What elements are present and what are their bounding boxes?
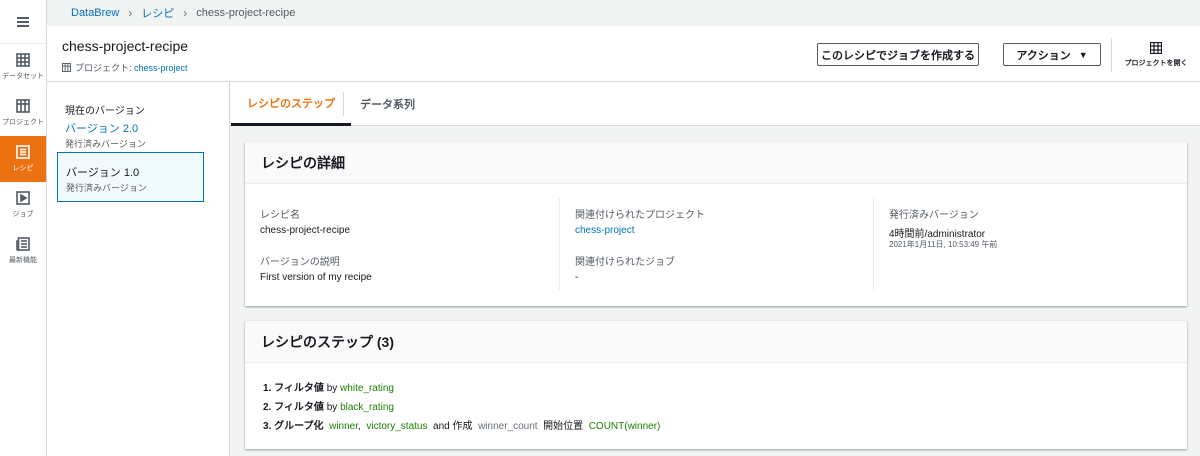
rail-item-datasets[interactable]: データセット — [0, 44, 46, 90]
project-link[interactable]: chess-project — [134, 63, 188, 73]
rail-label: レシピ — [12, 165, 34, 172]
project-line: プロジェクト: chess-project — [62, 61, 188, 74]
step-number: 2. — [263, 402, 272, 413]
step-create: 作成 — [452, 421, 473, 432]
breadcrumb-databrew[interactable]: DataBrew — [71, 7, 119, 19]
recipe-name-label: レシピ名 — [260, 210, 300, 221]
chevron-right-icon: › — [183, 6, 188, 20]
rail-item-whats-new[interactable]: 最新機能 — [0, 228, 46, 274]
tab-recipe-steps[interactable]: レシピのステップ — [231, 82, 351, 126]
step-action: フィルタ値 — [274, 402, 324, 413]
step-column: black_rating — [340, 402, 394, 413]
rail-item-jobs[interactable]: ジョブ — [0, 182, 46, 228]
rail-label: ジョブ — [12, 211, 34, 218]
step-column: winner — [329, 421, 358, 432]
assoc-job-label: 関連付けられたジョブ — [575, 257, 675, 268]
step-function: COUNT(winner) — [588, 421, 661, 432]
actions-button[interactable]: アクション ▼ — [1003, 43, 1101, 66]
menu-button[interactable] — [0, 0, 46, 44]
card-heading: レシピのステップ (3) — [245, 321, 1187, 363]
hamburger-icon — [17, 16, 29, 27]
step-number: 3. — [263, 421, 272, 432]
step-by: by — [326, 402, 338, 413]
details-column: レシピ名 chess-project-recipe バージョンの説明 First… — [245, 198, 557, 290]
version-desc-value: First version of my recipe — [260, 272, 372, 283]
recipe-step: 2. フィルタ値 by black_rating — [263, 398, 660, 417]
assoc-project-label: 関連付けられたプロジェクト — [575, 210, 705, 221]
recipe-step: 3. グループ化 winner, victory_status and 作成 w… — [263, 417, 660, 436]
recipe-details-card: レシピの詳細 レシピ名 chess-project-recipe バージョンの説… — [245, 142, 1187, 306]
recipe-steps-card: レシピのステップ (3) 1. フィルタ値 by white_rating 2.… — [245, 321, 1187, 449]
versions-panel: 現在のバージョン バージョン 2.0 発行済みバージョン バージョン 1.0 発… — [47, 82, 230, 456]
assoc-project-link[interactable]: chess-project — [575, 225, 634, 236]
step-column: victory_status — [366, 421, 428, 432]
recipe-step: 1. フィルタ値 by white_rating — [263, 379, 660, 398]
grid-icon — [16, 99, 30, 113]
chevron-right-icon: › — [128, 6, 133, 20]
page-title: chess-project-recipe — [62, 38, 189, 54]
version-title: バージョン 1.0 — [66, 167, 140, 179]
step-action: グループ化 — [274, 421, 324, 432]
assoc-job-value: - — [575, 272, 579, 283]
published-label: 発行済みバージョン — [889, 210, 979, 221]
nav-rail: データセット プロジェクト レシピ ジョブ 最新機能 — [0, 0, 47, 456]
rail-item-projects[interactable]: プロジェクト — [0, 90, 46, 136]
card-heading: レシピの詳細 — [245, 142, 1187, 184]
table-icon — [16, 53, 30, 67]
breadcrumb: DataBrew › レシピ › chess-project-recipe — [47, 0, 1200, 26]
rail-label: データセット — [2, 73, 44, 80]
tab-bar: レシピのステップ データ系列 — [230, 82, 1200, 126]
play-icon — [16, 191, 30, 205]
current-version-link[interactable]: バージョン 2.0 — [65, 120, 138, 136]
rail-item-recipes[interactable]: レシピ — [0, 136, 46, 182]
open-project-label: プロジェクトを開く — [1124, 60, 1188, 67]
step-position: 開始位置 — [543, 421, 584, 432]
caret-down-icon: ▼ — [1078, 49, 1088, 60]
current-version-label: 現在のバージョン — [65, 106, 145, 117]
current-version-status: 発行済みバージョン — [65, 139, 146, 149]
project-prefix: プロジェクト: — [75, 63, 132, 73]
step-list: 1. フィルタ値 by white_rating 2. フィルタ値 by bla… — [263, 379, 660, 436]
tab-data-lineage[interactable]: データ系列 — [343, 92, 431, 116]
version-status: 発行済みバージョン — [66, 183, 147, 193]
details-column: 発行済みバージョン 4時間前/administrator 2021年1月11日,… — [873, 198, 1185, 290]
version-desc-label: バージョンの説明 — [260, 257, 340, 268]
step-new-column: winner_count — [478, 421, 538, 432]
step-column: white_rating — [340, 383, 394, 394]
step-action: フィルタ値 — [274, 383, 324, 394]
published-timestamp: 2021年1月11日, 10:53:49 午前 — [889, 240, 998, 249]
details-column: 関連付けられたプロジェクト chess-project 関連付けられたジョブ - — [559, 198, 871, 290]
breadcrumb-current: chess-project-recipe — [196, 7, 296, 19]
breadcrumb-recipes[interactable]: レシピ — [141, 5, 174, 21]
rail-label: 最新機能 — [9, 257, 37, 264]
step-comma: , — [358, 421, 361, 432]
list-icon — [16, 145, 30, 159]
grid-icon — [1150, 42, 1162, 54]
grid-icon — [62, 63, 71, 72]
rail-label: プロジェクト — [2, 119, 44, 126]
news-icon — [16, 237, 30, 251]
step-number: 1. — [263, 383, 272, 394]
version-item-selected[interactable]: バージョン 1.0 発行済みバージョン — [57, 152, 204, 202]
step-by: by — [326, 383, 338, 394]
recipe-name-value: chess-project-recipe — [260, 225, 351, 236]
step-and: and — [433, 421, 450, 432]
published-value: 4時間前/administrator — [889, 229, 986, 240]
page-header: chess-project-recipe プロジェクト: chess-proje… — [47, 26, 1200, 82]
open-project-button[interactable]: プロジェクトを開く — [1111, 38, 1200, 72]
create-job-button[interactable]: このレシピでジョブを作成する — [817, 43, 979, 66]
actions-label: アクション — [1016, 49, 1071, 62]
